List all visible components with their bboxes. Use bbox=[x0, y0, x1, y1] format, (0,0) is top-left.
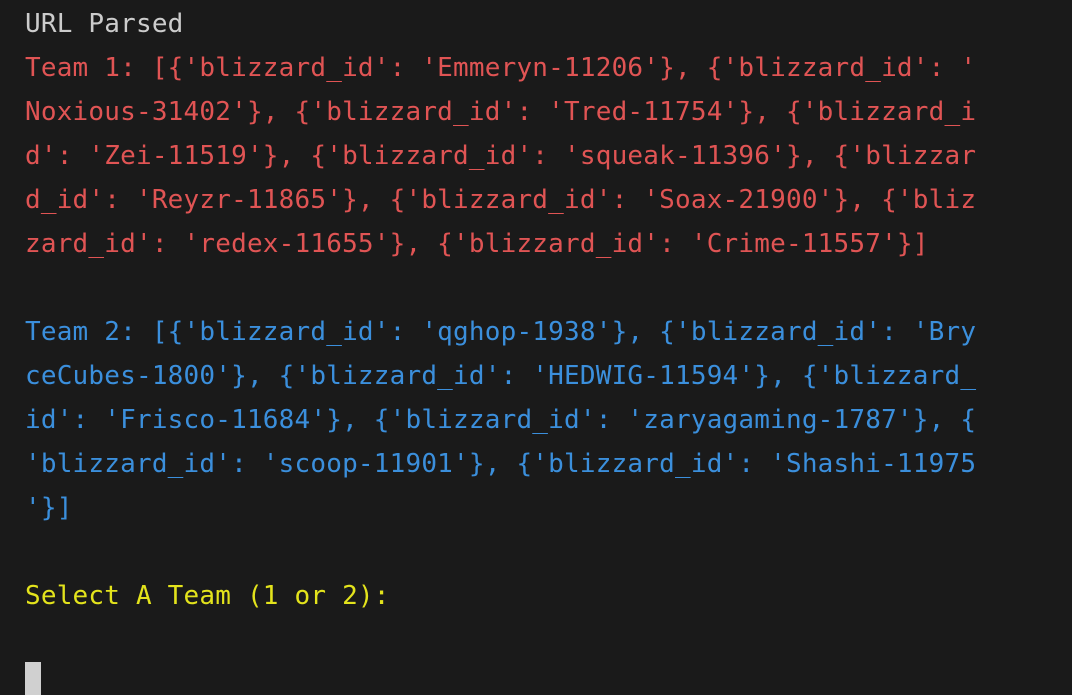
team2-output-line-3: id': 'Frisco-11684'}, {'blizzard_id': 'z… bbox=[25, 405, 977, 435]
text-cursor[interactable] bbox=[25, 662, 41, 695]
terminal-window[interactable]: URL Parsed Team 1: [{'blizzard_id': 'Emm… bbox=[0, 0, 1072, 695]
team1-output-line-2: Noxious-31402'}, {'blizzard_id': 'Tred-1… bbox=[25, 97, 977, 127]
team2-output-line-1: Team 2: [{'blizzard_id': 'qghop-1938'}, … bbox=[25, 317, 977, 347]
team1-output-line-4: d_id': 'Reyzr-11865'}, {'blizzard_id': '… bbox=[25, 185, 977, 215]
team2-output-line-4: 'blizzard_id': 'scoop-11901'}, {'blizzar… bbox=[25, 449, 977, 479]
status-line: URL Parsed bbox=[25, 9, 184, 39]
team1-output-line-3: d': 'Zei-11519'}, {'blizzard_id': 'squea… bbox=[25, 141, 977, 171]
team2-output-line-5: '}] bbox=[25, 493, 73, 523]
team1-output-line-5: zard_id': 'redex-11655'}, {'blizzard_id'… bbox=[25, 229, 929, 259]
team-select-prompt: Select A Team (1 or 2): bbox=[25, 581, 390, 611]
team2-output-line-2: ceCubes-1800'}, {'blizzard_id': 'HEDWIG-… bbox=[25, 361, 977, 391]
team1-output-line-1: Team 1: [{'blizzard_id': 'Emmeryn-11206'… bbox=[25, 53, 977, 83]
